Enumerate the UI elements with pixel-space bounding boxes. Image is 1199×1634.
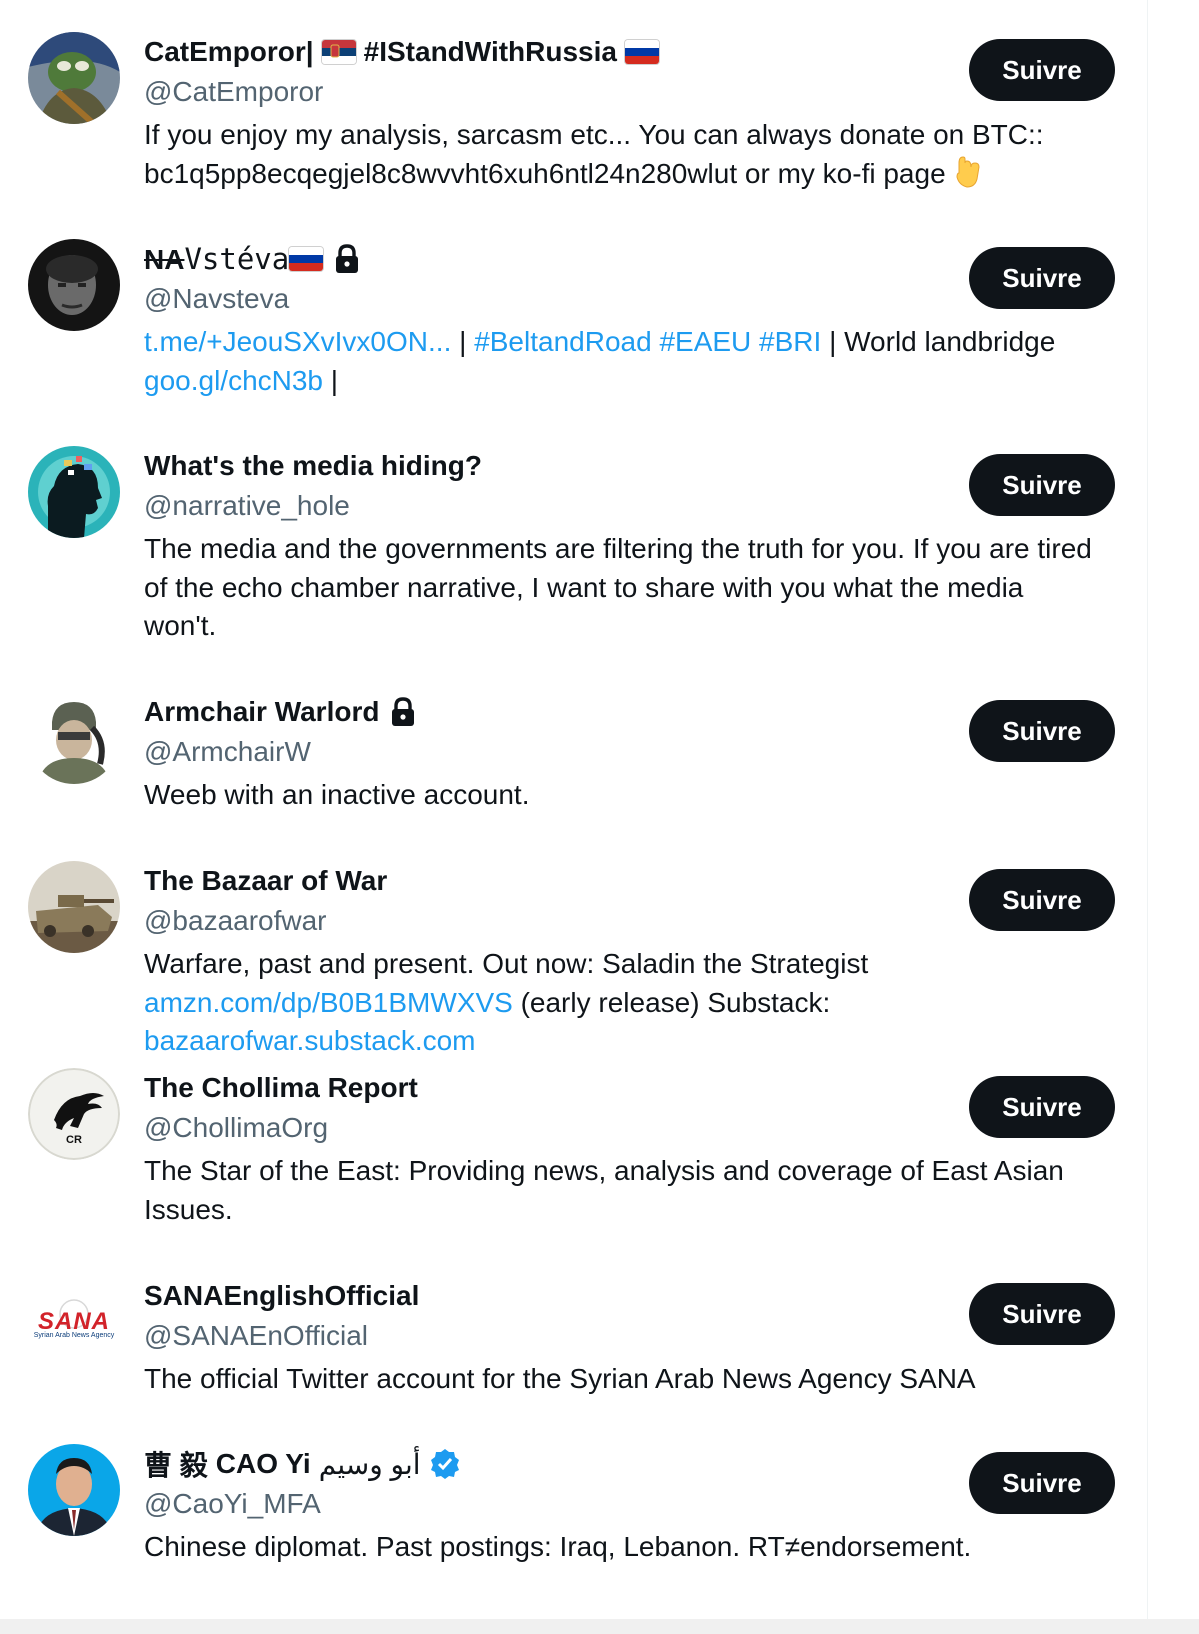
avatar[interactable] xyxy=(28,446,120,538)
follow-button[interactable]: Suivre xyxy=(969,1283,1115,1345)
name-text: CAO Yi xyxy=(215,1448,311,1479)
handle[interactable]: @bazaarofwar xyxy=(144,901,1104,941)
bio-link-substack[interactable]: bazaarofwar.substack.com xyxy=(144,1025,476,1056)
verified-badge-icon xyxy=(430,1449,459,1479)
avatar[interactable] xyxy=(28,32,120,124)
name-arabic: أبو وسيم xyxy=(318,1448,421,1480)
display-name[interactable]: CatEmporor| #IStandWithRussia xyxy=(144,32,1104,72)
name-strike: NA xyxy=(144,244,185,275)
handle[interactable]: @ArmchairW xyxy=(144,732,1104,772)
avatar[interactable]: CR xyxy=(28,1068,120,1160)
bio: The media and the governments are filter… xyxy=(144,533,1092,641)
sana-subtitle: Syrian Arab News Agency xyxy=(33,1332,115,1339)
bio: Warfare, past and present. Out now: Sala… xyxy=(144,948,869,1056)
handle[interactable]: @CaoYi_MFA xyxy=(144,1484,1104,1524)
bio-hashtags[interactable]: #BeltandRoad #EAEU #BRI xyxy=(474,326,821,357)
bio: The official Twitter account for the Syr… xyxy=(144,1363,976,1394)
bio: t.me/+JeouSXvIvx0ON... | #BeltandRoad #E… xyxy=(144,326,1056,396)
display-name[interactable]: NAVstéva xyxy=(144,239,1104,279)
avatar[interactable]: SANA Syrian Arab News Agency xyxy=(28,1276,120,1368)
avatar[interactable] xyxy=(28,692,120,784)
display-name[interactable]: The Chollima Report xyxy=(144,1068,1104,1108)
handle[interactable]: @narrative_hole xyxy=(144,486,1104,526)
bio: The Star of the East: Providing news, an… xyxy=(144,1155,1064,1225)
follow-button[interactable]: Suivre xyxy=(969,39,1115,101)
lock-icon xyxy=(336,244,359,273)
avatar[interactable] xyxy=(28,1444,120,1536)
display-name[interactable]: What's the media hiding? xyxy=(144,446,1104,486)
russia-flag-icon xyxy=(289,247,324,271)
avatar-initials: CR xyxy=(66,1134,82,1146)
follow-button[interactable]: Suivre xyxy=(969,454,1115,516)
bio-link-telegram[interactable]: t.me/+JeouSXvIvx0ON... xyxy=(144,326,451,357)
bottom-edge xyxy=(0,1619,1199,1634)
name-mono: Vstéva xyxy=(184,242,290,276)
handle[interactable]: @Navsteva xyxy=(144,279,1104,319)
bio-link-amazon[interactable]: amzn.com/dp/B0B1BMWXVS xyxy=(144,987,513,1018)
handle[interactable]: @ChollimaOrg xyxy=(144,1108,1104,1148)
display-name[interactable]: 曹 毅 CAO Yi أبو وسيم xyxy=(144,1444,1104,1484)
name-tag: #IStandWithRussia xyxy=(363,36,617,67)
follow-button[interactable]: Suivre xyxy=(969,1452,1115,1514)
name-text: Armchair Warlord xyxy=(144,696,380,727)
display-name[interactable]: The Bazaar of War xyxy=(144,861,1104,901)
column-border xyxy=(1147,0,1148,1634)
follow-button[interactable]: Suivre xyxy=(969,1076,1115,1138)
avatar[interactable] xyxy=(28,239,120,331)
display-name[interactable]: SANAEnglishOfficial xyxy=(144,1276,1104,1316)
handle[interactable]: @CatEmporor xyxy=(144,72,1104,112)
name-text: What's the media hiding? xyxy=(144,450,482,481)
lock-icon xyxy=(392,697,415,726)
name-text: The Chollima Report xyxy=(144,1072,418,1103)
pointing-down-emoji-icon xyxy=(956,155,980,188)
bio: Chinese diplomat. Past postings: Iraq, L… xyxy=(144,1531,972,1562)
follow-button[interactable]: Suivre xyxy=(969,247,1115,309)
name-text: The Bazaar of War xyxy=(144,865,388,896)
follow-button[interactable]: Suivre xyxy=(969,869,1115,931)
bio: Weeb with an inactive account. xyxy=(144,779,530,810)
bio: If you enjoy my analysis, sarcasm etc...… xyxy=(144,119,1044,189)
serbia-flag-icon xyxy=(321,40,356,64)
name-cjk: 曹 毅 xyxy=(144,1450,208,1481)
follow-button[interactable]: Suivre xyxy=(969,700,1115,762)
handle[interactable]: @SANAEnOfficial xyxy=(144,1316,1104,1356)
russia-flag-icon xyxy=(624,40,659,64)
display-name[interactable]: Armchair Warlord xyxy=(144,692,1104,732)
avatar[interactable] xyxy=(28,861,120,953)
name-text: SANAEnglishOfficial xyxy=(144,1280,420,1311)
name-text: CatEmporor| xyxy=(144,36,314,67)
bio-link-goo[interactable]: goo.gl/chcN3b xyxy=(144,365,323,396)
